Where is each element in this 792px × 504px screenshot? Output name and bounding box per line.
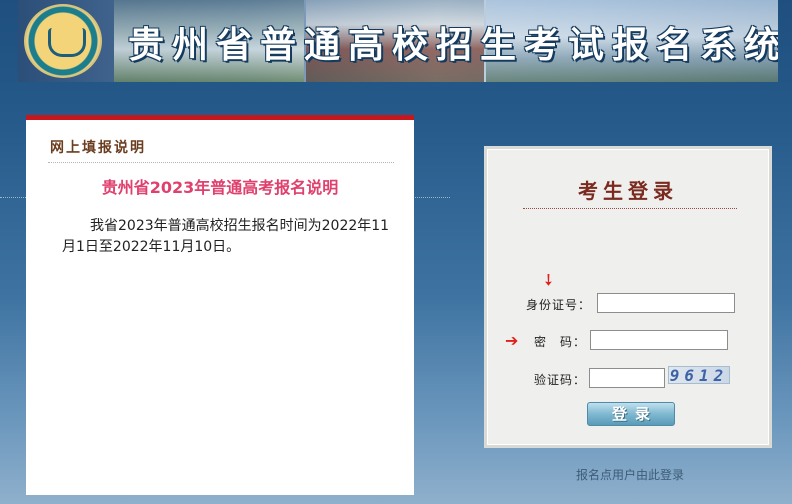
notice-divider xyxy=(48,162,394,163)
id-number-label: 身份证号： xyxy=(526,298,592,312)
header-banner: 贵州省普通高校招生考试报名系统 xyxy=(18,0,778,82)
id-number-input[interactable] xyxy=(597,293,735,313)
login-title: 考生登录 xyxy=(578,179,678,203)
password-label: 密 码： xyxy=(534,335,587,349)
notice-title: 贵州省2023年普通高考报名说明 xyxy=(101,178,339,197)
notice-body: 我省2023年普通高校招生报名时间为2022年11月1日至2022年11月10日… xyxy=(62,218,390,255)
site-user-login-link[interactable]: 报名点用户由此登录 xyxy=(540,466,720,483)
arrow-icon: ➔ xyxy=(505,331,519,350)
notice-header: 网上填报说明 xyxy=(50,140,146,156)
captcha-input[interactable] xyxy=(589,368,665,388)
notice-panel: 网上填报说明 贵州省2023年普通高考报名说明 我省2023年普通高校招生报名时… xyxy=(26,115,414,495)
login-button[interactable]: 登录 xyxy=(587,402,675,426)
password-input[interactable] xyxy=(590,330,728,350)
captcha-image[interactable]: 9612 xyxy=(668,366,730,384)
system-title: 贵州省普通高校招生考试报名系统 xyxy=(128,24,778,66)
captcha-label: 验证码： xyxy=(534,373,587,387)
login-divider xyxy=(523,208,737,209)
logo-icon xyxy=(24,4,102,78)
